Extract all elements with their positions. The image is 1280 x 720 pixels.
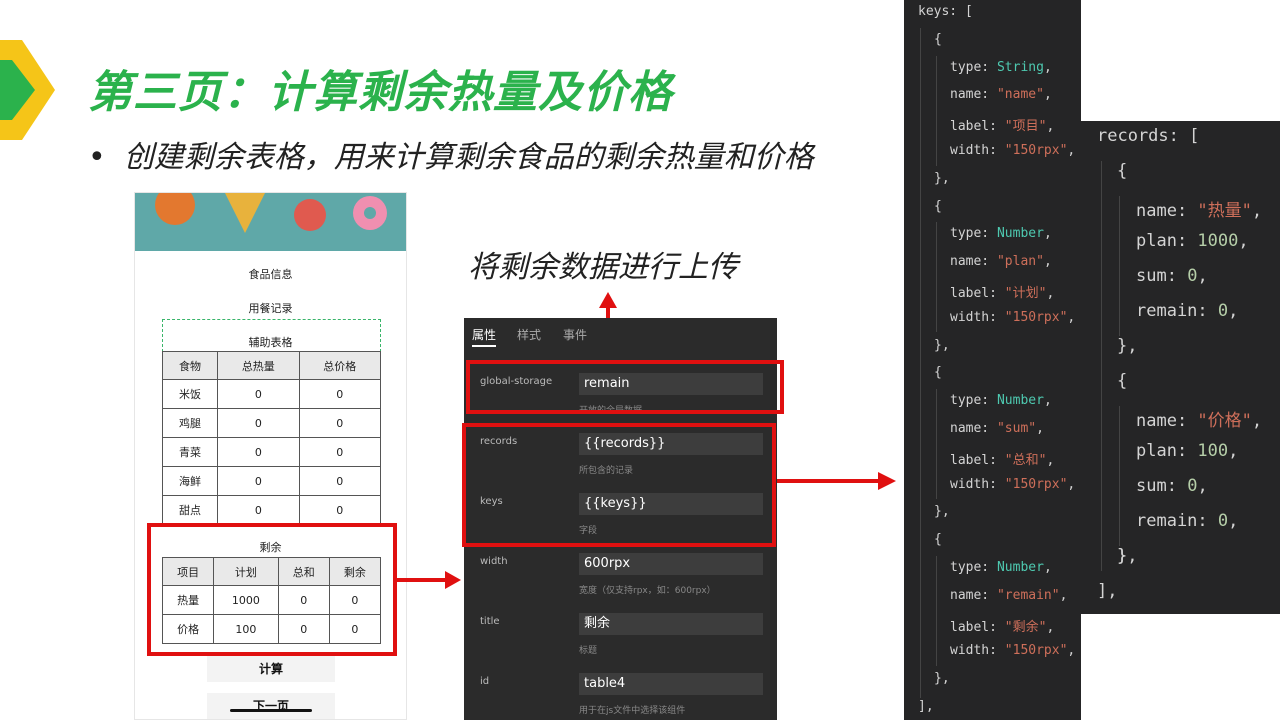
prop-hint: 标题 <box>579 646 598 656</box>
code-line: type: Number, <box>950 560 1052 575</box>
code-line: width: "150rpx", <box>950 643 1076 659</box>
bullet-point: • 创建剩余表格，用来计算剩余食品的剩余热量和价格 <box>88 140 814 175</box>
aux-table: 食物 总热量 总价格 米饭 0 0 鸡腿 0 0 青菜 0 0 海鲜 0 0 甜… <box>161 351 382 525</box>
keys-code-panel: keys: [ { type: String, name: "name", label:… <box>904 0 1081 720</box>
tab-properties[interactable]: 属性 <box>472 326 497 347</box>
records-code-panel: records: [ { name: "热量", plan: 1000, sum: 0,… <box>1081 121 1280 614</box>
code-line: name: "热量", <box>1136 201 1263 221</box>
code-line: name: "remain", <box>950 587 1068 603</box>
table-row: 海鲜 0 0 <box>161 466 382 496</box>
panel-tabs: 属性 样式 事件 <box>464 318 777 348</box>
aux-table-title: 辅助表格 <box>248 336 293 349</box>
table-row: 鸡腿 0 0 <box>161 408 382 438</box>
code-line: remain: 0, <box>1136 511 1239 531</box>
calculate-button[interactable]: 计算 <box>207 656 335 682</box>
code-line: name: "sum", <box>950 421 1044 436</box>
code-line: name: "价格", <box>1136 411 1263 431</box>
code-line: label: "剩余", <box>950 619 1055 635</box>
prop-label: width <box>480 556 508 567</box>
code-line: ], <box>1097 581 1118 601</box>
records-keys-highlight <box>462 423 776 547</box>
right-arrow-icon <box>776 472 896 490</box>
tab-events[interactable]: 事件 <box>563 326 587 343</box>
code-line: { <box>934 532 942 548</box>
code-line: label: "项目", <box>950 119 1055 135</box>
code-line: name: "name", <box>950 87 1052 103</box>
width-input[interactable]: 600rpx <box>579 553 763 575</box>
prop-label: title <box>480 616 500 627</box>
code-line: plan: 1000, <box>1136 231 1249 251</box>
global-storage-highlight <box>466 360 784 414</box>
code-line: plan: 100, <box>1136 441 1239 461</box>
code-line: sum: 0, <box>1136 476 1208 496</box>
next-page-button[interactable]: 下一页 <box>207 693 335 719</box>
code-line: width: "150rpx", <box>950 143 1076 158</box>
home-indicator <box>230 709 312 712</box>
title-input[interactable]: 剩余 <box>579 613 763 635</box>
slide-title: 第三页：计算剩余热量及价格 <box>88 67 673 118</box>
code-line: name: "plan", <box>950 254 1052 270</box>
table-row: 青菜 0 0 <box>161 437 382 467</box>
code-line: sum: 0, <box>1136 266 1208 286</box>
prop-label: id <box>480 676 490 687</box>
chevron-arrow-icon <box>0 40 55 140</box>
table-header: 食物 <box>161 351 219 380</box>
code-line: type: Number, <box>950 226 1052 242</box>
meal-record-link[interactable]: 用餐记录 <box>135 300 406 316</box>
code-line: width: "150rpx", <box>950 309 1076 325</box>
code-line: label: "计划", <box>950 286 1055 301</box>
table-header: 总价格 <box>298 351 382 380</box>
code-line: type: String, <box>950 59 1052 75</box>
id-input[interactable]: table4 <box>579 673 763 695</box>
food-info-link[interactable]: 食品信息 <box>135 266 406 282</box>
upload-caption: 将剩余数据进行上传 <box>468 250 738 285</box>
table-row: 甜点 0 0 <box>161 495 382 525</box>
food-banner-image <box>135 193 406 251</box>
code-line: }, <box>934 170 950 186</box>
bullet-text: 创建剩余表格，用来计算剩余食品的剩余热量和价格 <box>123 140 814 175</box>
code-line: width: "150rpx", <box>950 476 1076 492</box>
code-line: records: [ <box>1097 126 1200 146</box>
code-line: ], <box>918 699 934 714</box>
right-arrow-icon <box>397 571 461 589</box>
code-line: keys: [ <box>918 4 973 19</box>
code-line: { <box>934 365 942 381</box>
prop-hint: 宽度（仅支持rpx，如：600rpx） <box>579 586 716 596</box>
code-line: }, <box>1117 336 1138 356</box>
table-header: 总热量 <box>217 351 300 380</box>
code-line: }, <box>934 504 950 520</box>
code-line: { <box>1117 371 1128 391</box>
code-line: }, <box>934 671 950 687</box>
code-line: { <box>934 31 942 47</box>
code-line: { <box>1117 161 1128 181</box>
code-line: } <box>1117 546 1128 566</box>
code-line: remain: 0, <box>1136 301 1239 321</box>
tab-style[interactable]: 样式 <box>517 326 541 343</box>
prop-hint: 用于在js文件中选择该组件 <box>579 706 686 716</box>
code-line: type: Number, <box>950 393 1052 409</box>
code-line: label: "总和", <box>950 452 1055 468</box>
table-row: 米饭 0 0 <box>161 379 382 409</box>
remain-table-highlight <box>147 523 397 656</box>
code-line: { <box>934 198 942 214</box>
code-line: }, <box>934 337 950 353</box>
